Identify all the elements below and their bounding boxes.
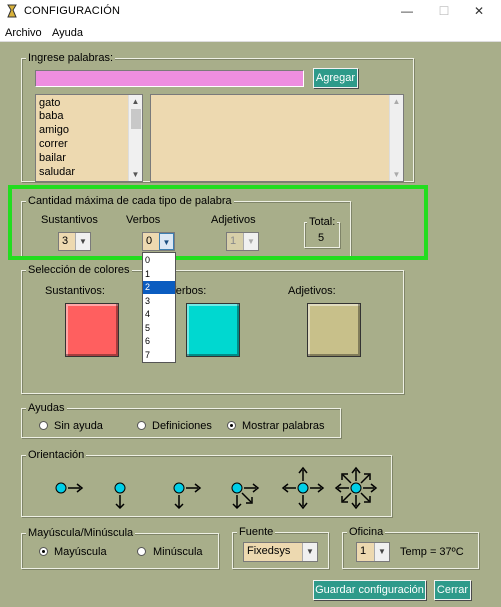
scroll-up-icon[interactable]: ▲: [390, 95, 403, 108]
list-item[interactable]: baba: [39, 110, 63, 123]
verbos-value: 0: [146, 235, 153, 247]
font-value: Fixedsys: [247, 545, 291, 557]
radio-sin-ayuda-label: Sin ayuda: [54, 420, 103, 432]
sustantivos-label: Sustantivos: [41, 214, 98, 226]
definition-list-scrollbar[interactable]: ▲ ▼: [389, 95, 403, 181]
chevron-down-icon[interactable]: ▼: [159, 233, 174, 250]
color-adjetivos-label: Adjetivos:: [288, 285, 336, 297]
verbos-color-swatch[interactable]: [186, 303, 240, 357]
orient-four-way-icon[interactable]: [280, 466, 326, 510]
radio-minuscula[interactable]: [137, 547, 146, 556]
adjetivos-select: 1 ▼: [226, 232, 259, 251]
scroll-up-icon[interactable]: ▲: [129, 95, 142, 108]
adjetivos-color-swatch[interactable]: [307, 303, 361, 357]
orient-eight-way-icon[interactable]: [333, 466, 379, 510]
verbos-select[interactable]: 0 ▼: [142, 232, 175, 251]
orient-right-down-diagonal-icon[interactable]: [220, 466, 266, 510]
case-legend: Mayúscula/Minúscula: [26, 527, 136, 539]
dropdown-option[interactable]: 1: [143, 268, 175, 281]
radio-sin-ayuda[interactable]: [39, 421, 48, 430]
list-item[interactable]: bailar: [39, 152, 66, 165]
temperature-label: Temp = 37ºC: [400, 546, 464, 558]
orient-right-icon[interactable]: [50, 466, 96, 510]
verbos-label: Verbos: [126, 214, 161, 226]
dropdown-option[interactable]: 6: [143, 335, 175, 348]
close-icon[interactable]: ✕: [469, 3, 489, 19]
radio-definiciones[interactable]: [137, 421, 146, 430]
sustantivos-color-swatch[interactable]: [65, 303, 119, 357]
definition-list[interactable]: ▲ ▼: [150, 94, 404, 182]
chevron-down-icon[interactable]: ▼: [374, 543, 389, 561]
dropdown-option[interactable]: 5: [143, 322, 175, 335]
words-legend: Ingrese palabras:: [26, 52, 115, 64]
list-item[interactable]: amigo: [39, 124, 69, 137]
radio-mayuscula[interactable]: [39, 547, 48, 556]
list-item[interactable]: gato: [39, 97, 60, 110]
adjetivos-value: 1: [230, 235, 237, 247]
dropdown-option[interactable]: 0: [143, 254, 175, 267]
sustantivos-value: 3: [62, 235, 69, 247]
chevron-down-icon: ▼: [243, 233, 258, 250]
menu-ayuda[interactable]: Ayuda: [52, 27, 83, 39]
office-select[interactable]: 1 ▼: [356, 542, 390, 562]
dropdown-option[interactable]: 7: [143, 349, 175, 362]
dropdown-option[interactable]: 3: [143, 295, 175, 308]
maximize-icon[interactable]: ☐: [434, 3, 454, 19]
radio-mostrar-palabras-label: Mostrar palabras: [242, 420, 325, 432]
total-label: Total:: [307, 216, 338, 228]
sustantivos-select[interactable]: 3 ▼: [58, 232, 91, 251]
menu-bar: Archivo Ayuda: [0, 24, 501, 42]
scroll-down-icon[interactable]: ▼: [390, 168, 403, 181]
radio-mayuscula-label: Mayúscula: [54, 546, 107, 558]
total-box: Total: 5: [304, 216, 340, 248]
colors-legend: Selección de colores: [26, 264, 132, 276]
window-title: CONFIGURACIÓN: [24, 5, 121, 17]
scroll-thumb[interactable]: [131, 109, 141, 129]
radio-minuscula-label: Minúscula: [153, 546, 203, 558]
word-list[interactable]: gato baba amigo correr bailar saludar ▲ …: [35, 94, 143, 182]
verbos-dropdown-list[interactable]: 01234567: [142, 252, 176, 363]
chevron-down-icon[interactable]: ▼: [75, 233, 90, 250]
radio-definiciones-label: Definiciones: [152, 420, 212, 432]
orient-right-down-icon[interactable]: [162, 466, 208, 510]
orient-down-icon[interactable]: [97, 466, 143, 510]
close-button[interactable]: Cerrar: [434, 580, 471, 600]
word-input[interactable]: [35, 70, 304, 87]
total-value: 5: [318, 232, 325, 244]
orientation-legend: Orientación: [26, 449, 87, 461]
radio-mostrar-palabras[interactable]: [227, 421, 236, 430]
font-select[interactable]: Fixedsys ▼: [243, 542, 318, 562]
minimize-icon[interactable]: —: [397, 3, 417, 19]
adjetivos-label: Adjetivos: [211, 214, 256, 226]
color-sustantivos-label: Sustantivos:: [45, 285, 105, 297]
add-word-button[interactable]: Agregar: [313, 68, 358, 88]
dropdown-option[interactable]: 4: [143, 308, 175, 321]
office-legend: Oficina: [347, 526, 386, 538]
font-legend: Fuente: [237, 526, 276, 538]
chevron-down-icon[interactable]: ▼: [302, 543, 317, 561]
menu-archivo[interactable]: Archivo: [5, 27, 42, 39]
list-item[interactable]: saludar: [39, 166, 75, 179]
dropdown-option[interactable]: 2: [143, 281, 175, 294]
list-item[interactable]: correr: [39, 138, 68, 151]
scroll-down-icon[interactable]: ▼: [129, 168, 142, 181]
office-value: 1: [360, 545, 367, 557]
title-bar: CONFIGURACIÓN — ☐ ✕: [0, 0, 501, 24]
word-list-scrollbar[interactable]: ▲ ▼: [128, 95, 142, 181]
help-legend: Ayudas: [26, 402, 67, 414]
save-config-button[interactable]: Guardar configuración: [313, 580, 426, 600]
app-icon: [7, 4, 17, 18]
